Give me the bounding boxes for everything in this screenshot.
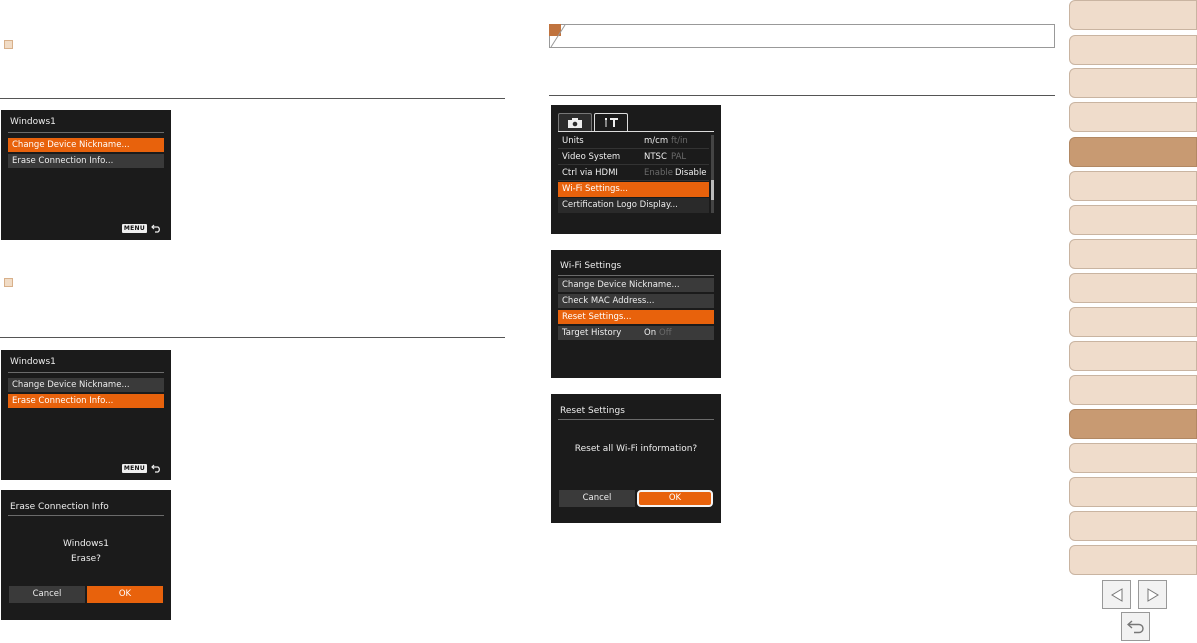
menu-tabs (558, 113, 630, 131)
menu-item-check-mac[interactable]: Check MAC Address... (558, 294, 714, 308)
menu-item-reset-settings[interactable]: Reset Settings... (558, 310, 714, 324)
section-header-box (549, 24, 1055, 48)
screen-title-rule (558, 419, 714, 420)
setup-row-wifi-settings[interactable]: Wi-Fi Settings... (558, 182, 709, 197)
camera-screen-wifi-settings: Wi-Fi Settings Change Device Nickname...… (551, 250, 721, 378)
setup-row-video-system[interactable]: Video System NTSC PAL (558, 150, 709, 165)
menu-item-erase-connection[interactable]: Erase Connection Info... (8, 394, 164, 408)
option-unselected: ft/in (671, 136, 688, 146)
option-selected: NTSC (644, 152, 667, 162)
nav-tab-7[interactable] (1069, 205, 1197, 235)
return-button[interactable] (1121, 612, 1150, 641)
menu-back-hint: MENU (121, 464, 162, 473)
nav-tab-5[interactable] (1069, 137, 1197, 167)
back-arrow-icon (151, 464, 160, 473)
section-marker-icon (4, 40, 13, 49)
menu-item-change-nickname[interactable]: Change Device Nickname... (8, 378, 164, 392)
screen-title-rule (8, 132, 164, 133)
setup-row-label: Units (562, 136, 584, 146)
option-selected: m/cm (644, 136, 669, 146)
ok-button[interactable]: OK (637, 490, 713, 507)
menu-item-erase-connection[interactable]: Erase Connection Info... (8, 154, 164, 168)
option-selected: Disable (675, 168, 707, 178)
triangle-right-icon (1147, 587, 1159, 602)
nav-tab-2[interactable] (1069, 35, 1197, 65)
nav-tab-11[interactable] (1069, 341, 1197, 371)
previous-page-button[interactable] (1102, 580, 1131, 609)
menu-button-icon: MENU (121, 224, 147, 233)
setup-row-label: Ctrl via HDMI (562, 168, 618, 178)
nav-tab-14[interactable] (1069, 443, 1197, 473)
camera-screen-erase-confirm: Erase Connection Info Windows1 Erase? Ca… (1, 490, 171, 620)
tab-shooting[interactable] (558, 113, 592, 131)
screen-title: Reset Settings (560, 406, 625, 416)
section-divider (0, 98, 505, 99)
screen-title-rule (8, 515, 164, 516)
nav-tab-15[interactable] (1069, 477, 1197, 507)
triangle-left-icon (1110, 587, 1122, 602)
section-header-slash (550, 24, 566, 48)
nav-tab-6[interactable] (1069, 171, 1197, 201)
menu-item-target-history[interactable]: Target History On Off (558, 326, 714, 340)
setup-row-label: Video System (562, 152, 621, 162)
menu-button-icon: MENU (121, 464, 147, 473)
option-unselected: PAL (671, 152, 687, 162)
option-unselected: Off (659, 328, 672, 338)
confirm-question: Reset all Wi-Fi information? (574, 444, 698, 454)
nav-tab-9[interactable] (1069, 273, 1197, 303)
camera-icon (568, 117, 582, 128)
setup-row-ctrl-hdmi[interactable]: Ctrl via HDMI Enable Disable (558, 166, 709, 181)
setup-tools-icon (605, 118, 618, 127)
setup-row-certification-logo[interactable]: Certification Logo Display... (558, 198, 709, 213)
next-page-button[interactable] (1138, 580, 1167, 609)
camera-screen-setup-menu: Units m/cm ft/in Video System NTSC PAL C… (551, 105, 721, 234)
nav-tab-16[interactable] (1069, 511, 1197, 541)
option-unselected: Enable (644, 168, 673, 178)
section-marker-icon (4, 278, 13, 287)
menu-scrollbar[interactable] (711, 135, 714, 213)
nav-tab-1[interactable] (1069, 0, 1197, 30)
camera-screen-device-menu-1: Windows1 Change Device Nickname... Erase… (1, 110, 171, 240)
menu-item-label: Target History (562, 328, 622, 338)
option-selected: On (644, 328, 657, 338)
screen-title: Erase Connection Info (10, 502, 109, 512)
section-divider (0, 337, 505, 338)
screen-title: Windows1 (10, 117, 56, 127)
ok-button[interactable]: OK (87, 586, 163, 603)
tab-setup[interactable] (594, 113, 628, 131)
nav-tab-17[interactable] (1069, 545, 1197, 575)
screen-title-rule (8, 372, 164, 373)
cancel-button[interactable]: Cancel (559, 490, 635, 507)
cancel-button[interactable]: Cancel (9, 586, 85, 603)
nav-tab-13[interactable] (1069, 409, 1197, 439)
camera-screen-device-menu-2: Windows1 Change Device Nickname... Erase… (1, 350, 171, 480)
setup-row-units[interactable]: Units m/cm ft/in (558, 134, 709, 149)
confirm-device-name: Windows1 (63, 539, 109, 549)
tab-rule (558, 131, 714, 132)
return-arrow-icon (1126, 619, 1144, 633)
screen-title: Windows1 (10, 357, 56, 367)
screen-title-rule (558, 275, 714, 276)
screen-title: Wi-Fi Settings (560, 261, 622, 271)
nav-tab-12[interactable] (1069, 375, 1197, 405)
menu-back-hint: MENU (121, 224, 162, 233)
menu-item-change-nickname[interactable]: Change Device Nickname... (8, 138, 164, 152)
scrollbar-thumb[interactable] (711, 180, 714, 200)
back-arrow-icon (151, 224, 160, 233)
nav-tab-4[interactable] (1069, 102, 1197, 132)
section-divider (549, 95, 1055, 96)
confirm-question: Erase? (71, 554, 101, 564)
nav-tab-10[interactable] (1069, 307, 1197, 337)
nav-tab-8[interactable] (1069, 239, 1197, 269)
camera-screen-reset-confirm: Reset Settings Reset all Wi-Fi informati… (551, 394, 721, 523)
nav-tab-3[interactable] (1069, 68, 1197, 98)
menu-item-change-nickname[interactable]: Change Device Nickname... (558, 278, 714, 292)
